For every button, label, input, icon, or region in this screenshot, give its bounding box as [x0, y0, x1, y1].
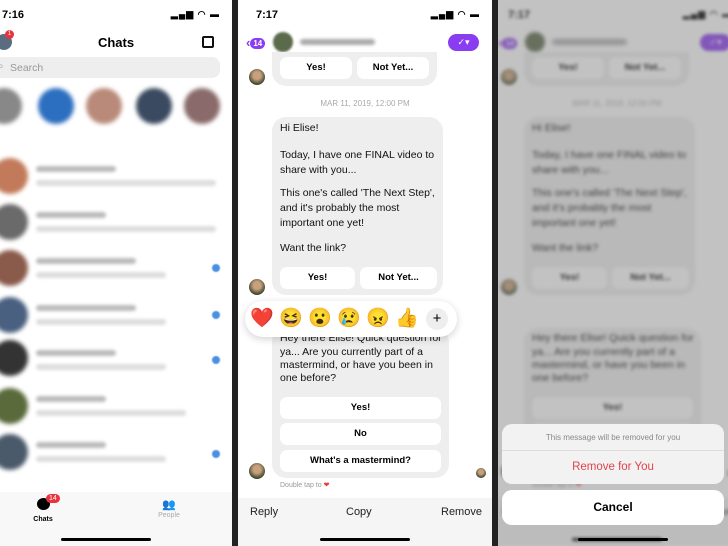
story-avatar[interactable] — [38, 88, 74, 124]
unread-dot — [212, 450, 220, 458]
status-icons: ▂▄▆ ◠ ▬ — [430, 9, 480, 19]
home-indicator — [320, 538, 410, 541]
status-time: 7:16 — [2, 9, 25, 21]
status-menu-button[interactable]: ✓▾ — [448, 34, 479, 51]
back-badge: 14 — [250, 38, 266, 50]
back-button[interactable]: ‹ 14 — [246, 35, 266, 50]
chat-preview — [36, 226, 216, 232]
chat-row-avatar[interactable] — [0, 297, 28, 333]
message-text: This one's called 'The Next Step', — [280, 187, 435, 199]
remove-confirmation-screen: 7:17 ▂▄▆ ◠ ▬ ‹ 14 ✓▾ Yes! Not Yet... MAR … — [498, 0, 728, 546]
search-input[interactable]: ⌕ Search — [0, 57, 220, 78]
more-reactions-button[interactable]: + — [426, 308, 448, 330]
chat-row[interactable] — [36, 350, 116, 356]
conversation-screen: 7:17 ▂▄▆ ◠ ▬ ‹ 14 ✓▾ Yes! Not Yet... MAR … — [238, 0, 492, 546]
date-divider: MAR 11, 2019, 12:00 PM — [320, 99, 410, 108]
chat-row[interactable] — [36, 258, 136, 264]
quick-reply-button[interactable]: Yes! — [280, 57, 352, 79]
reaction-sad[interactable]: 😢 — [337, 306, 361, 330]
quick-reply-button[interactable]: Yes! — [280, 397, 441, 419]
reaction-laugh[interactable]: 😆 — [279, 306, 303, 330]
chat-row[interactable] — [36, 442, 106, 448]
chat-row-avatar[interactable] — [0, 434, 28, 470]
sender-avatar — [249, 279, 265, 295]
reaction-heart[interactable]: ❤️ — [250, 306, 274, 330]
copy-button[interactable]: Copy — [346, 506, 372, 518]
remove-sheet-message: This message will be removed for you — [502, 424, 724, 451]
story-avatar[interactable] — [0, 88, 22, 124]
message-text: Hi Elise! — [280, 122, 319, 134]
chat-row[interactable] — [36, 305, 136, 311]
status-time: 7:17 — [256, 9, 279, 21]
chat-preview — [36, 319, 166, 325]
double-tap-hint: Double tap to ❤ — [280, 482, 330, 489]
contact-name[interactable] — [300, 39, 375, 45]
people-icon: 👥 — [162, 499, 176, 511]
reaction-angry[interactable]: 😠 — [366, 306, 390, 330]
quick-reply-button[interactable]: Not Yet... — [360, 267, 437, 289]
home-indicator — [578, 538, 668, 541]
message-text: Want the link? — [280, 242, 347, 254]
reaction-wow[interactable]: 😮 — [308, 306, 332, 330]
chat-preview — [36, 364, 166, 370]
cancel-button[interactable]: Cancel — [502, 490, 724, 525]
unread-dot — [212, 264, 220, 272]
chat-row-avatar[interactable] — [0, 250, 28, 286]
compose-icon[interactable] — [202, 36, 214, 48]
read-receipt-avatar — [476, 468, 486, 478]
message-text: important one yet! — [280, 217, 365, 229]
unread-dot — [212, 356, 220, 364]
home-indicator — [61, 538, 151, 541]
tab-chats[interactable]: 14 Chats — [28, 494, 60, 523]
unread-dot — [212, 311, 220, 319]
chats-badge: 14 — [46, 494, 60, 503]
chat-row-avatar[interactable] — [0, 340, 28, 376]
remove-for-you-button[interactable]: Remove for You — [502, 451, 724, 473]
search-icon: ⌕ — [0, 61, 4, 72]
quick-reply-button[interactable]: No — [280, 423, 441, 445]
message-text: one before? — [280, 372, 337, 384]
quick-reply-button[interactable]: Yes! — [280, 267, 355, 289]
page-title: Chats — [97, 35, 135, 50]
contact-avatar[interactable] — [273, 32, 293, 52]
chat-preview — [36, 272, 166, 278]
chat-row[interactable] — [36, 166, 116, 172]
message-text: Today, I have one FINAL video to — [280, 149, 435, 161]
quick-reply-button[interactable]: Not Yet... — [357, 57, 429, 79]
chat-preview — [36, 410, 186, 416]
message-text: share with you... — [280, 164, 357, 176]
chat-row-avatar[interactable] — [0, 158, 28, 194]
story-avatar[interactable] — [184, 88, 220, 124]
status-icons: ▂▄▆ ◠ ▬ — [170, 9, 220, 19]
chat-preview — [36, 456, 166, 462]
chat-row[interactable] — [36, 396, 106, 402]
story-avatar[interactable] — [86, 88, 122, 124]
chat-row-avatar[interactable] — [0, 204, 28, 240]
chat-row[interactable] — [36, 212, 106, 218]
double-tap-text: Double tap to — [280, 482, 322, 489]
sender-avatar — [249, 69, 265, 85]
remove-button[interactable]: Remove — [441, 506, 482, 518]
message-text: and it's probably the most — [280, 202, 400, 214]
sender-avatar — [249, 463, 265, 479]
reaction-thumbs-up[interactable]: 👍 — [395, 306, 419, 330]
reply-button[interactable]: Reply — [250, 506, 278, 518]
story-avatar[interactable] — [136, 88, 172, 124]
chat-row-avatar[interactable] — [0, 388, 28, 424]
chat-preview — [36, 180, 216, 186]
remove-sheet: This message will be removed for you Rem… — [502, 424, 724, 484]
tab-people[interactable]: 👥 People — [154, 498, 184, 519]
chats-screen: 7:16 ▂▄▆ ◠ ▬ 1 Chats ⌕ Search 14 Chats 👥… — [0, 0, 232, 546]
quick-reply-button[interactable]: What's a mastermind? — [280, 450, 441, 472]
